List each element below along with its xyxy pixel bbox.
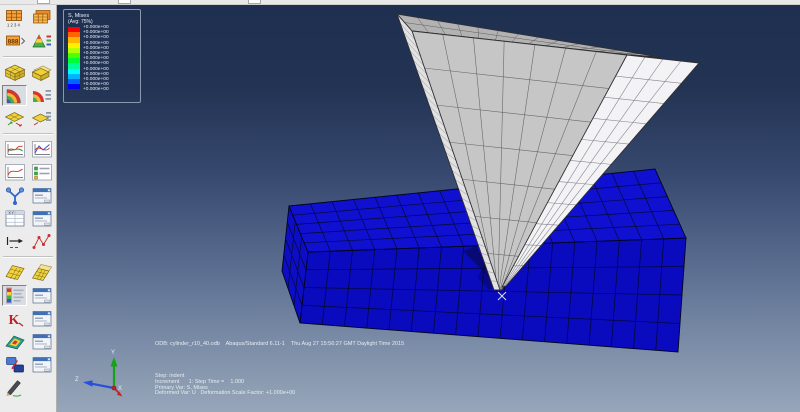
triad-z-arrowhead — [83, 380, 93, 387]
xy-chart-icon[interactable] — [2, 162, 27, 183]
abaqus-viewer-window: 1 2 3 4 888 X YK S, Mises (Avg: 75%) +0.00… — [0, 0, 800, 412]
plot-deformed-icon[interactable] — [29, 62, 54, 83]
triad-z-axis — [91, 382, 115, 390]
legend-values: +0.000e+00 +0.000e+00 +0.000e+00 +0.000e+00… — [83, 25, 109, 93]
overlay-dialog-icon[interactable] — [29, 185, 54, 206]
toolbar-widget-remnant[interactable] — [248, 0, 261, 4]
contour-legend: S, Mises (Avg: 75%) +0.000e+00 +0.000e+00… — [63, 9, 141, 103]
xy-data-create-icon[interactable] — [2, 139, 27, 160]
legend-color-swatch — [68, 84, 80, 90]
plot-symbols-icon[interactable] — [2, 108, 27, 129]
spectrum-dialog-icon[interactable] — [29, 285, 54, 306]
svg-text:K: K — [8, 313, 19, 328]
xy-options-icon[interactable] — [29, 162, 54, 183]
triad-y-arrowhead — [110, 357, 118, 367]
free-body-dialog-icon[interactable] — [29, 308, 54, 329]
toolbar-widget-remnant[interactable] — [37, 0, 50, 4]
visualization-toolbox: 1 2 3 4 888 X Y K — [0, 5, 57, 412]
legend-value: +0.000e+00 — [83, 35, 109, 41]
free-body-k-icon[interactable]: K — [2, 308, 27, 329]
toolbar-widget-remnant[interactable] — [118, 0, 131, 4]
svg-text:888: 888 — [7, 38, 18, 45]
result-frames-grid-icon[interactable]: 1 2 3 4 — [2, 8, 27, 29]
legend-scale: +0.000e+00 +0.000e+00 +0.000e+00 +0.000e+00… — [68, 25, 140, 93]
xy-plot-icon[interactable] — [29, 139, 54, 160]
triad-y-label: Y — [111, 350, 115, 356]
stream-contour-icon[interactable] — [2, 331, 27, 352]
view-cut-b-icon[interactable] — [29, 262, 54, 283]
triad-z-label: Z — [75, 377, 79, 383]
view-cut-a-icon[interactable] — [2, 262, 27, 283]
probe-pencil-icon[interactable] — [2, 377, 27, 398]
fea-scene — [281, 13, 700, 353]
contour-options-icon[interactable] — [29, 85, 54, 106]
view-triad: Y Z X — [75, 350, 123, 397]
triad-x-label: X — [118, 386, 122, 392]
legend-color-bar — [68, 27, 80, 93]
result-frames-stack-icon[interactable] — [29, 8, 54, 29]
triad-origin — [111, 385, 117, 391]
state-line-deformed: Deformed Var: U Deformation Scale Factor… — [155, 390, 296, 397]
toolbox-separator — [3, 133, 53, 135]
svg-text:1 2 3 4: 1 2 3 4 — [7, 23, 20, 28]
plot-undeformed-icon[interactable] — [2, 62, 27, 83]
odb-info-line: ODB: cylinder_r10_40.odb Abaqus/Standard… — [155, 341, 405, 347]
viewport-canvas[interactable]: S, Mises (Avg: 75%) +0.000e+00 +0.000e+00… — [57, 5, 800, 412]
toolbox-spacer — [29, 377, 54, 398]
result-options-icon[interactable] — [29, 31, 54, 52]
state-annotation-block: Step: indent Increment 1: Step Time = 1.… — [155, 373, 296, 397]
symbol-options-icon[interactable] — [29, 108, 54, 129]
xy-table-icon[interactable]: X Y — [2, 208, 27, 229]
path-arrow-icon[interactable] — [2, 231, 27, 252]
swap-views-icon[interactable] — [2, 354, 27, 375]
toolbox-separator — [3, 256, 53, 258]
legend-value: +0.000e+00 — [83, 87, 109, 93]
stream-dialog-icon[interactable] — [29, 331, 54, 352]
frame-selector-icon[interactable]: 888 — [2, 31, 27, 52]
contour-spectrum-icon[interactable] — [2, 285, 27, 306]
plot-contours-icon[interactable] — [2, 85, 27, 106]
table-dialog-icon[interactable] — [29, 208, 54, 229]
path-points-icon[interactable] — [29, 231, 54, 252]
swap-dialog-icon[interactable] — [29, 354, 54, 375]
toolbox-separator — [3, 56, 53, 58]
legend-value: +0.000e+00 — [83, 61, 109, 67]
overlay-tree-icon[interactable] — [2, 185, 27, 206]
